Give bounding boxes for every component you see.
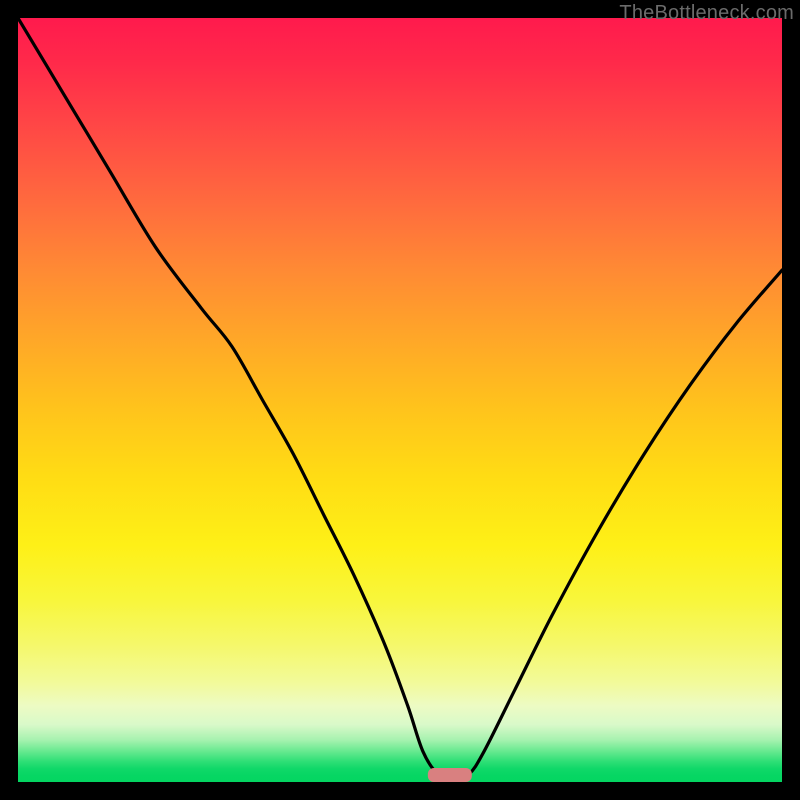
curve-layer	[18, 18, 782, 782]
watermark-text: TheBottleneck.com	[619, 2, 794, 25]
chart-stage: TheBottleneck.com	[0, 0, 800, 800]
optimal-marker	[428, 768, 472, 782]
plot-area	[18, 18, 782, 782]
bottleneck-curve	[18, 18, 782, 778]
